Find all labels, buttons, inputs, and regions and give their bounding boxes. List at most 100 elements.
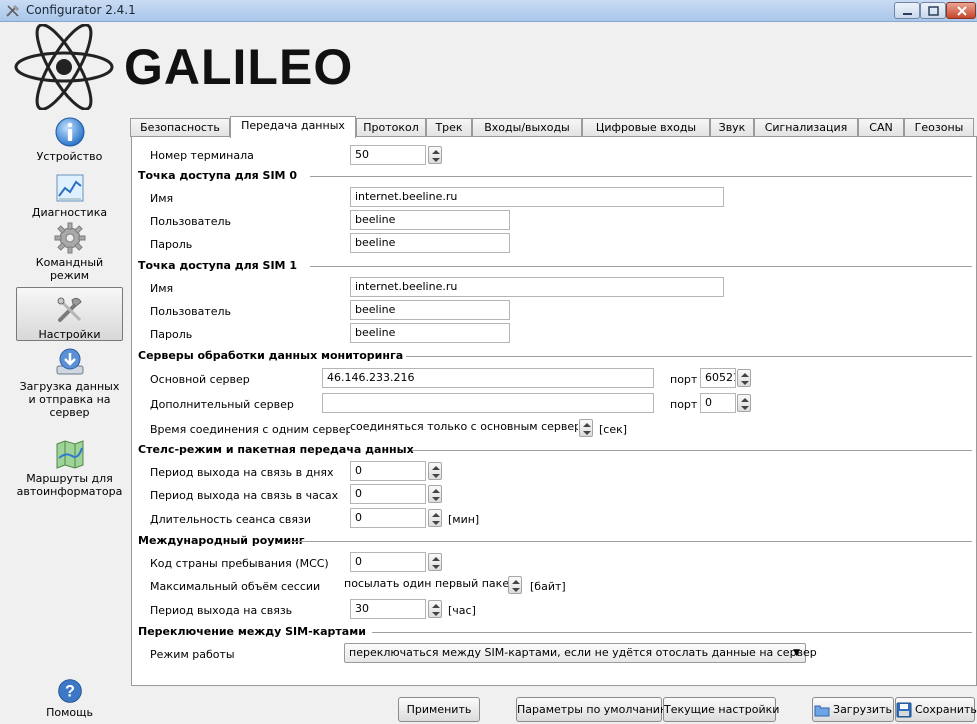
tab-can[interactable]: CAN bbox=[858, 118, 904, 137]
tab-geozones[interactable]: Геозоны bbox=[904, 118, 974, 137]
main-port-spinbox[interactable]: 60521 bbox=[700, 368, 752, 388]
sidebar-item-command-mode[interactable]: Командный режим bbox=[16, 222, 123, 284]
days-period-label: Период выхода на связь в днях bbox=[150, 466, 334, 479]
sim1-name-label: Имя bbox=[150, 282, 174, 295]
save-button-label: Сохранить bbox=[915, 703, 977, 716]
divider bbox=[412, 450, 972, 451]
tab-security[interactable]: Безопасность bbox=[130, 118, 230, 137]
terminal-number-spinbox[interactable]: 50 bbox=[350, 145, 442, 165]
spin-arrows-icon[interactable] bbox=[428, 462, 442, 480]
simswitch-section-title: Переключение между SIM-картами bbox=[138, 625, 366, 638]
chevron-down-icon: ▼ bbox=[793, 648, 800, 658]
sidebar: Устройство Диагностика Командный режим Н… bbox=[0, 112, 128, 724]
help-button[interactable]: ? Помощь bbox=[16, 678, 123, 722]
spin-arrows-icon[interactable] bbox=[428, 485, 442, 503]
save-button[interactable]: Сохранить bbox=[895, 697, 977, 722]
tab-track[interactable]: Трек bbox=[426, 118, 472, 137]
spin-arrows-icon[interactable] bbox=[428, 146, 442, 164]
tab-digital-inputs[interactable]: Цифровые входы bbox=[582, 118, 710, 137]
sim1-password-input[interactable]: beeline bbox=[350, 323, 510, 343]
spin-arrows-icon[interactable] bbox=[579, 419, 593, 437]
connection-time-unit: [сек] bbox=[599, 423, 628, 436]
sim0-user-input[interactable]: beeline bbox=[350, 210, 510, 230]
defaults-button[interactable]: Параметры по умолчанию bbox=[516, 697, 669, 722]
logo-text: GALILEO bbox=[124, 39, 354, 95]
sim1-password-label: Пароль bbox=[150, 328, 193, 341]
apply-button[interactable]: Применить bbox=[398, 697, 480, 722]
spin-arrows-icon[interactable] bbox=[737, 394, 751, 412]
load-button[interactable]: Загрузить bbox=[812, 697, 894, 722]
divider bbox=[288, 541, 972, 542]
map-icon bbox=[56, 440, 83, 469]
chart-icon bbox=[56, 174, 83, 202]
window-title: Configurator 2.4.1 bbox=[26, 3, 136, 17]
connection-time-spinbox[interactable]: соединяться только с основным сервером bbox=[350, 418, 594, 438]
minimize-button[interactable] bbox=[894, 2, 920, 19]
divider bbox=[310, 266, 972, 267]
gear-icon bbox=[54, 222, 85, 254]
stealth-section-title: Стелс-режим и пакетная передача данных bbox=[138, 443, 414, 456]
tab-data-transfer[interactable]: Передача данных bbox=[230, 116, 356, 138]
close-button[interactable] bbox=[946, 2, 976, 19]
connection-time-label: Время соединения с одним сервером bbox=[150, 423, 368, 436]
sidebar-item-routes[interactable]: Маршруты для автоинформатора bbox=[16, 438, 123, 500]
roaming-section-title: Международный роуминг bbox=[138, 534, 305, 547]
sidebar-item-label: Настройки bbox=[38, 328, 101, 341]
roaming-period-spinbox[interactable]: 30 bbox=[350, 599, 442, 619]
sim0-password-input[interactable]: beeline bbox=[350, 233, 510, 253]
floppy-disk-icon bbox=[896, 702, 912, 718]
sidebar-item-label: Диагностика bbox=[31, 206, 108, 219]
sidebar-item-settings[interactable]: Настройки bbox=[16, 287, 123, 341]
main-port-label: порт bbox=[670, 373, 698, 386]
spin-arrows-icon[interactable] bbox=[737, 369, 751, 387]
work-mode-value: переключаться между SIM-картами, если не… bbox=[349, 646, 817, 659]
work-mode-label: Режим работы bbox=[150, 648, 235, 661]
sim1-user-input[interactable]: beeline bbox=[350, 300, 510, 320]
mcc-label: Код страны пребывания (MCC) bbox=[150, 557, 329, 570]
load-button-label: Загрузить bbox=[833, 703, 892, 716]
sidebar-item-device[interactable]: Устройство bbox=[16, 116, 123, 168]
sidebar-item-label: Командный режим bbox=[35, 256, 104, 282]
hours-period-label: Период выхода на связь в часах bbox=[150, 489, 339, 502]
sim0-name-input[interactable]: internet.beeline.ru bbox=[350, 187, 724, 207]
tab-alarm[interactable]: Сигнализация bbox=[754, 118, 858, 137]
mcc-spinbox[interactable]: 0 bbox=[350, 552, 442, 572]
maximize-button[interactable] bbox=[920, 2, 946, 19]
divider bbox=[406, 356, 972, 357]
session-duration-label: Длительность сеанса связи bbox=[150, 513, 311, 526]
sim0-section-title: Точка доступа для SIM 0 bbox=[138, 169, 297, 182]
max-session-unit: [байт] bbox=[530, 580, 566, 593]
atom-logo-icon bbox=[14, 24, 114, 110]
extra-port-spinbox[interactable]: 0 bbox=[700, 393, 752, 413]
sim1-name-input[interactable]: internet.beeline.ru bbox=[350, 277, 724, 297]
main-server-input[interactable]: 46.146.233.216 bbox=[322, 368, 654, 388]
extra-server-input[interactable] bbox=[322, 393, 654, 413]
sidebar-item-diagnostics[interactable]: Диагностика bbox=[16, 172, 123, 220]
tab-inputs-outputs[interactable]: Входы/выходы bbox=[472, 118, 582, 137]
max-session-spinbox[interactable]: посылать один первый пакет bbox=[344, 575, 524, 595]
extra-port-label: порт bbox=[670, 398, 698, 411]
tab-protocol[interactable]: Протокол bbox=[356, 118, 426, 137]
spin-arrows-icon[interactable] bbox=[428, 600, 442, 618]
divider bbox=[372, 632, 972, 633]
download-icon bbox=[56, 348, 83, 375]
sim0-password-label: Пароль bbox=[150, 238, 193, 251]
folder-icon bbox=[814, 705, 830, 717]
title-bar: Configurator 2.4.1 bbox=[0, 0, 977, 22]
max-session-label: Максимальный объём сессии bbox=[150, 580, 321, 593]
sim0-user-label: Пользователь bbox=[150, 215, 232, 228]
spin-arrows-icon[interactable] bbox=[508, 576, 522, 594]
work-mode-select[interactable]: переключаться между SIM-картами, если не… bbox=[344, 643, 817, 663]
current-settings-button[interactable]: Текущие настройки bbox=[663, 697, 779, 722]
tab-sound[interactable]: Звук bbox=[710, 118, 754, 137]
help-icon: ? bbox=[57, 679, 82, 703]
tab-bar: Безопасность Передача данных Протокол Тр… bbox=[128, 116, 977, 138]
sidebar-item-upload[interactable]: Загрузка данных и отправка на сервер bbox=[16, 346, 123, 436]
sim1-user-label: Пользователь bbox=[150, 305, 232, 318]
session-duration-spinbox[interactable]: 0 bbox=[350, 508, 442, 528]
spin-arrows-icon[interactable] bbox=[428, 553, 442, 571]
roaming-period-unit: [час] bbox=[448, 604, 476, 617]
days-period-spinbox[interactable]: 0 bbox=[350, 461, 442, 481]
spin-arrows-icon[interactable] bbox=[428, 509, 442, 527]
hours-period-spinbox[interactable]: 0 bbox=[350, 484, 442, 504]
